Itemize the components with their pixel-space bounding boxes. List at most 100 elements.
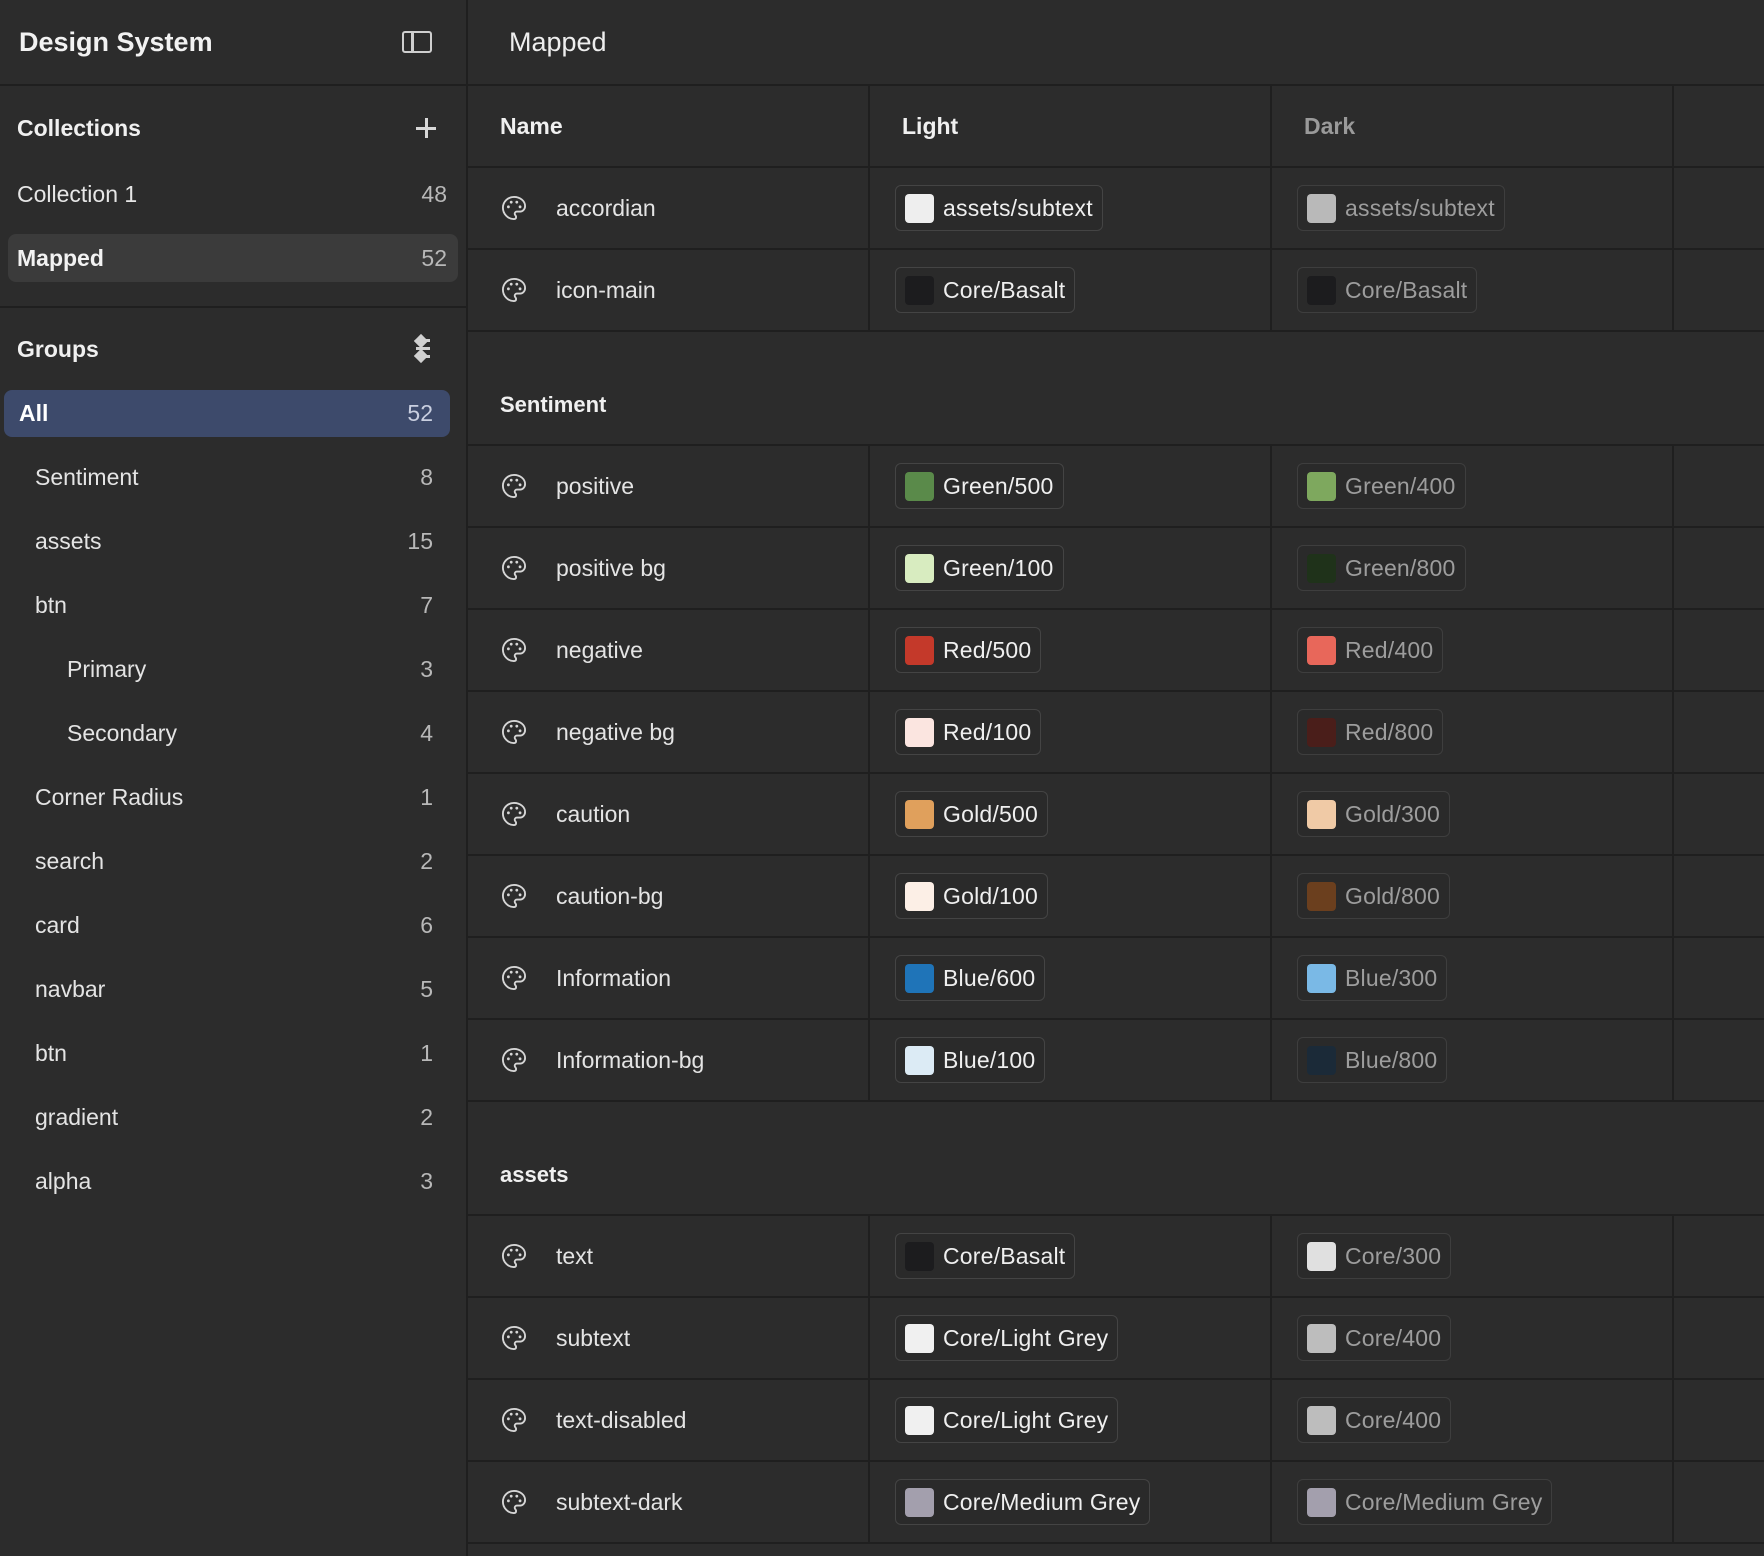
light-value-cell: Gold/500 <box>870 774 1272 854</box>
color-swatch <box>905 963 934 993</box>
group-item[interactable]: assets 15 <box>4 518 450 565</box>
dark-value-label: Gold/300 <box>1345 800 1440 827</box>
table-row[interactable]: negative bg Red/100 Red/800 <box>468 692 1764 774</box>
dark-value-label: Core/Basalt <box>1345 276 1468 303</box>
light-value-chip[interactable]: Blue/600 <box>895 955 1046 1001</box>
dark-value-chip[interactable]: Red/800 <box>1297 709 1444 755</box>
light-value-chip[interactable]: Core/Light Grey <box>895 1397 1119 1443</box>
group-item[interactable]: alpha 3 <box>4 1158 450 1205</box>
dark-value-cell: Core/400 <box>1272 1298 1674 1378</box>
variable-name[interactable]: Information-bg <box>556 1047 704 1074</box>
toggle-sidebar-icon[interactable] <box>402 31 432 53</box>
dark-value-label: assets/subtext <box>1345 194 1495 221</box>
dark-value-cell: Blue/800 <box>1272 1020 1674 1100</box>
variable-name[interactable]: negative bg <box>556 719 675 746</box>
variable-name[interactable]: negative <box>556 637 643 664</box>
table-row[interactable]: caution-bg Gold/100 Gold/800 <box>468 856 1764 938</box>
table-row[interactable]: text Core/Basalt Core/300 <box>468 1216 1764 1298</box>
dark-value-chip[interactable]: Green/800 <box>1297 545 1466 591</box>
variable-name[interactable]: positive <box>556 473 634 500</box>
light-value-chip[interactable]: Core/Medium Grey <box>895 1479 1151 1525</box>
variable-name[interactable]: subtext-dark <box>556 1489 683 1516</box>
light-value-chip[interactable]: Core/Light Grey <box>895 1315 1119 1361</box>
group-label: btn <box>35 1040 67 1066</box>
table-row[interactable]: caution Gold/500 Gold/300 <box>468 774 1764 856</box>
groups-list: All 52 Sentiment 8 assets 15 btn 7 Prima… <box>0 390 466 1205</box>
dark-value-cell: Red/400 <box>1272 610 1674 690</box>
group-item-all[interactable]: All 52 <box>4 390 450 437</box>
table-row[interactable]: negative Red/500 Red/400 <box>468 610 1764 692</box>
group-item[interactable]: search 2 <box>4 838 450 885</box>
light-value-chip[interactable]: Gold/100 <box>895 873 1048 919</box>
variable-name[interactable]: accordian <box>556 195 656 222</box>
variable-name-cell: text <box>468 1216 870 1296</box>
collapse-groups-icon[interactable] <box>413 333 442 364</box>
collections-title: Collections <box>17 114 141 141</box>
collection-item-active[interactable]: Mapped 52 <box>8 234 458 282</box>
variable-name[interactable]: caution <box>556 801 630 828</box>
variable-name[interactable]: subtext <box>556 1325 630 1352</box>
dark-value-chip[interactable]: Blue/300 <box>1297 955 1448 1001</box>
table-row[interactable]: subtext-dark Core/Medium Grey Core/Medium … <box>468 1462 1764 1544</box>
group-item[interactable]: Primary 3 <box>4 646 450 693</box>
table-row[interactable]: icon-main Core/Basalt Core/Basalt <box>468 250 1764 332</box>
variable-name[interactable]: Information <box>556 965 671 992</box>
group-item[interactable]: gradient 2 <box>4 1094 450 1141</box>
add-collection-icon[interactable] <box>414 116 438 140</box>
light-value-chip[interactable]: Green/500 <box>895 463 1064 509</box>
group-title: Sentiment <box>500 392 607 417</box>
variable-name[interactable]: positive bg <box>556 555 666 582</box>
dark-value-chip[interactable]: Gold/300 <box>1297 791 1450 837</box>
column-header-dark[interactable]: Dark <box>1272 86 1674 166</box>
variables-table: Name Light Dark accordian assets/subtext a… <box>468 86 1764 1544</box>
group-item[interactable]: btn 1 <box>4 1030 450 1077</box>
light-value-chip[interactable]: Core/Basalt <box>895 1233 1076 1279</box>
variable-name[interactable]: text <box>556 1243 593 1270</box>
variable-name[interactable]: caution-bg <box>556 883 663 910</box>
dark-value-chip[interactable]: Core/300 <box>1297 1233 1452 1279</box>
light-value-chip[interactable]: Red/100 <box>895 709 1042 755</box>
palette-icon <box>501 473 527 499</box>
group-item[interactable]: card 6 <box>4 902 450 949</box>
dark-value-chip[interactable]: assets/subtext <box>1297 185 1505 231</box>
table-row[interactable]: accordian assets/subtext assets/subtext <box>468 168 1764 250</box>
dark-value-chip[interactable]: Red/400 <box>1297 627 1444 673</box>
light-value-cell: Red/100 <box>870 692 1272 772</box>
variable-name[interactable]: icon-main <box>556 277 656 304</box>
light-value-cell: Blue/600 <box>870 938 1272 1018</box>
light-value-chip[interactable]: Green/100 <box>895 545 1064 591</box>
light-value-chip[interactable]: Blue/100 <box>895 1037 1046 1083</box>
column-header-name[interactable]: Name <box>468 86 870 166</box>
color-swatch <box>905 1045 934 1075</box>
group-item[interactable]: Corner Radius 1 <box>4 774 450 821</box>
table-row[interactable]: positive bg Green/100 Green/800 <box>468 528 1764 610</box>
table-row[interactable]: positive Green/500 Green/400 <box>468 446 1764 528</box>
light-value-chip[interactable]: assets/subtext <box>895 185 1103 231</box>
column-header-light[interactable]: Light <box>870 86 1272 166</box>
group-item[interactable]: Secondary 4 <box>4 710 450 757</box>
dark-value-chip[interactable]: Core/Basalt <box>1297 267 1478 313</box>
group-item[interactable]: navbar 5 <box>4 966 450 1013</box>
dark-value-chip[interactable]: Blue/800 <box>1297 1037 1448 1083</box>
dark-value-chip[interactable]: Core/400 <box>1297 1397 1452 1443</box>
light-value-label: assets/subtext <box>943 194 1093 221</box>
collection-item[interactable]: Collection 1 48 <box>8 170 458 218</box>
light-value-chip[interactable]: Core/Basalt <box>895 267 1076 313</box>
light-value-cell: Core/Basalt <box>870 1216 1272 1296</box>
table-row[interactable]: subtext Core/Light Grey Core/400 <box>468 1298 1764 1380</box>
table-row[interactable]: text-disabled Core/Light Grey Core/400 <box>468 1380 1764 1462</box>
table-row[interactable]: Information Blue/600 Blue/300 <box>468 938 1764 1020</box>
variable-name-cell: caution-bg <box>468 856 870 936</box>
light-value-chip[interactable]: Gold/500 <box>895 791 1048 837</box>
group-item[interactable]: btn 7 <box>4 582 450 629</box>
dark-value-chip[interactable]: Green/400 <box>1297 463 1466 509</box>
group-item[interactable]: Sentiment 8 <box>4 454 450 501</box>
table-row[interactable]: Information-bg Blue/100 Blue/800 <box>468 1020 1764 1102</box>
color-swatch <box>905 799 934 829</box>
group-count: 3 <box>420 656 433 682</box>
variable-name[interactable]: text-disabled <box>556 1407 686 1434</box>
light-value-chip[interactable]: Red/500 <box>895 627 1042 673</box>
dark-value-chip[interactable]: Gold/800 <box>1297 873 1450 919</box>
dark-value-chip[interactable]: Core/400 <box>1297 1315 1452 1361</box>
dark-value-chip[interactable]: Core/Medium Grey <box>1297 1479 1553 1525</box>
